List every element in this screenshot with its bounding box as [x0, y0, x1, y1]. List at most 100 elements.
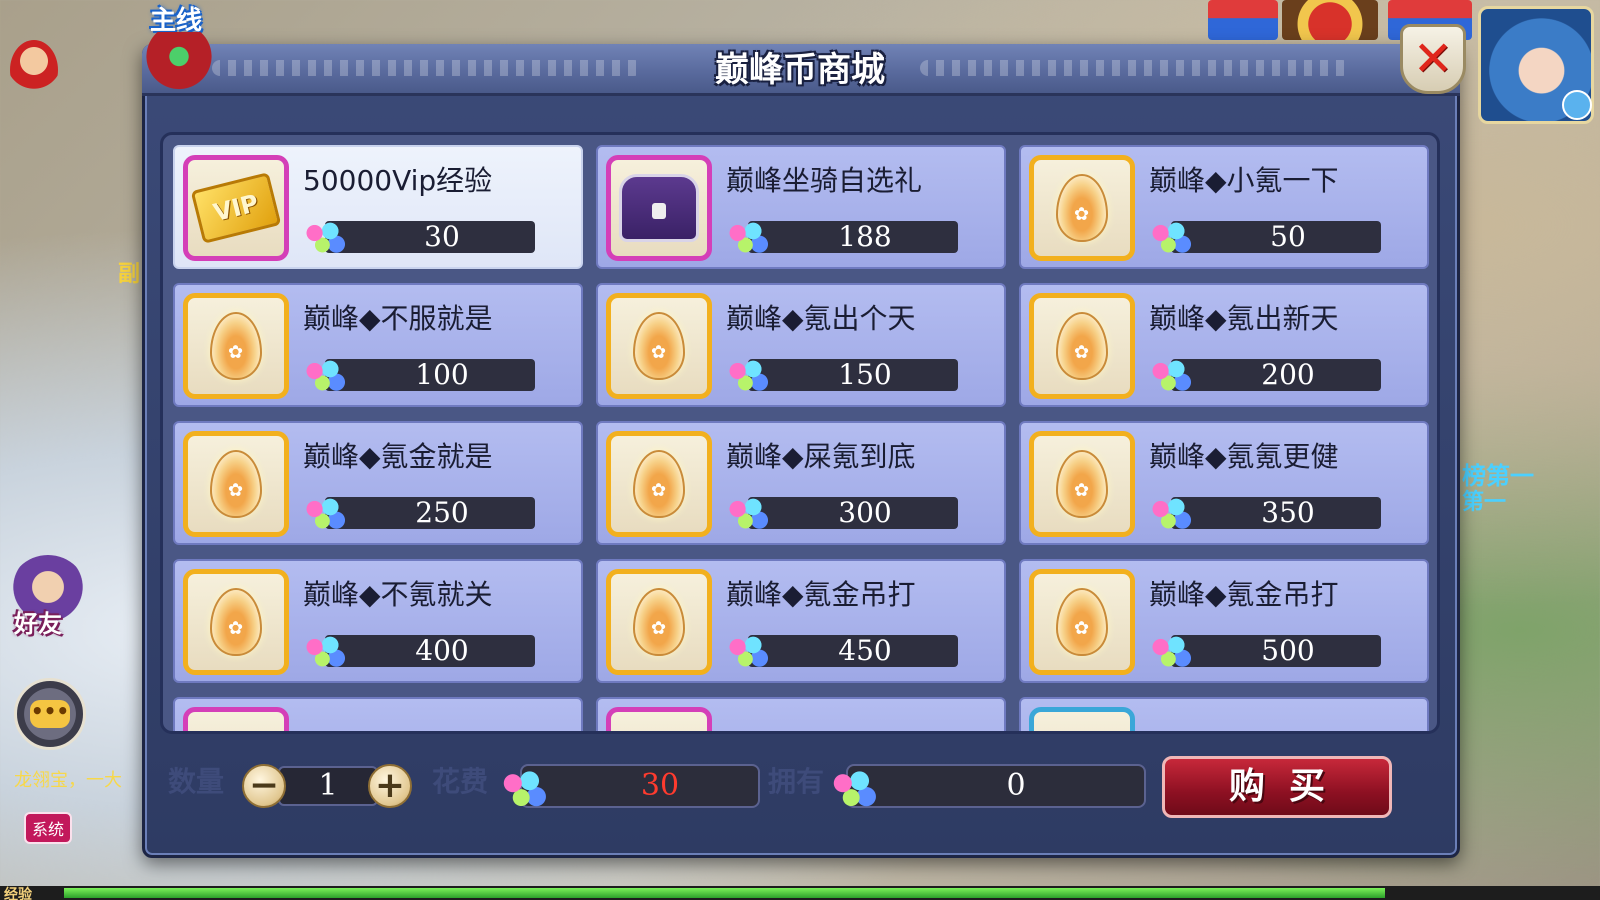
peak-coin-gem-icon: [1145, 493, 1197, 533]
item-price: 350: [1171, 497, 1381, 529]
system-channel-badge: 系统: [24, 812, 73, 844]
item-name: 巅峰坐骑自选礼: [726, 164, 923, 197]
chat-button[interactable]: •••: [14, 678, 86, 750]
egg-icon: [210, 450, 262, 518]
vip-card-icon: VIP: [190, 172, 282, 244]
shop-item-card-partial[interactable]: [596, 697, 1006, 731]
item-icon-frame: [606, 569, 712, 675]
shop-item-card[interactable]: 巅峰◆氪氪更健 350: [1019, 421, 1429, 545]
peak-coin-gem-icon: [722, 631, 774, 671]
npc-god-of-wealth-icon[interactable]: [10, 40, 58, 100]
egg-icon: [1056, 450, 1108, 518]
avatar-status-icon: [1562, 90, 1592, 120]
friend-label: 好友: [14, 610, 62, 638]
minus-icon: −: [248, 765, 280, 806]
shop-title: 巅峰币商城: [715, 50, 885, 90]
quantity-field[interactable]: 1: [278, 766, 378, 806]
item-icon-frame: [183, 707, 289, 731]
item-price: 200: [1171, 359, 1381, 391]
plus-icon: +: [374, 765, 406, 806]
item-price: 300: [748, 497, 958, 529]
shop-item-card[interactable]: 巅峰◆小氪一下 50: [1019, 145, 1429, 269]
peak-coin-gem-icon: [299, 493, 351, 533]
shop-item-card[interactable]: 巅峰◆不服就是 100: [173, 283, 583, 407]
item-icon-frame: [183, 431, 289, 537]
treasure-chest-icon: [619, 174, 699, 242]
egg-icon: [1056, 312, 1108, 380]
peak-coin-gem-icon: [722, 217, 774, 257]
peak-coin-gem-icon: [1145, 631, 1197, 671]
shop-item-list[interactable]: VIP 50000Vip经验 30 巅峰坐骑自选礼 188 巅峰◆小氪一下 50 巅峰◆不服就…: [160, 132, 1440, 734]
shop-item-card[interactable]: 巅峰◆氪出个天 150: [596, 283, 1006, 407]
egg-icon: [1056, 588, 1108, 656]
peak-coin-gem-icon: [299, 355, 351, 395]
item-icon-frame: [606, 293, 712, 399]
egg-icon: [210, 312, 262, 380]
total-cost-value: 30: [520, 764, 760, 808]
item-price: 30: [325, 221, 535, 253]
experience-bar-fill: [64, 888, 1385, 898]
item-name: 50000Vip经验: [303, 164, 493, 197]
shop-item-card-partial[interactable]: [1019, 697, 1429, 731]
buy-button[interactable]: 购买: [1162, 756, 1392, 818]
pagoda-ornament-icon: [142, 32, 216, 102]
item-icon-frame: [1029, 155, 1135, 261]
shop-item-card[interactable]: 巅峰◆屎氪到底 300: [596, 421, 1006, 545]
peak-coin-gem-icon: [826, 764, 882, 812]
item-price: 500: [1171, 635, 1381, 667]
shop-item-card[interactable]: 巅峰◆不氪就关 400: [173, 559, 583, 683]
peak-coin-gem-icon: [1145, 217, 1197, 257]
peak-coin-gem-icon: [1145, 355, 1197, 395]
item-name: 巅峰◆不氪就关: [303, 578, 493, 611]
item-name: 巅峰◆氪金就是: [303, 440, 493, 473]
experience-label: 经验: [4, 887, 32, 900]
quantity-decrease-button[interactable]: −: [242, 764, 286, 808]
item-price: 450: [748, 635, 958, 667]
close-button[interactable]: ✕: [1400, 24, 1466, 94]
item-name: 巅峰◆氪出个天: [726, 302, 916, 335]
shop-item-grid: VIP 50000Vip经验 30 巅峰坐骑自选礼 188 巅峰◆小氪一下 50 巅峰◆不服就…: [173, 145, 1429, 731]
item-name: 巅峰◆氪金吊打: [1149, 578, 1339, 611]
egg-icon: [633, 312, 685, 380]
shop-item-card[interactable]: VIP 50000Vip经验 30: [173, 145, 583, 269]
cost-label: 花费: [432, 765, 489, 798]
close-icon: ✕: [1412, 31, 1454, 87]
shop-item-card[interactable]: 巅峰◆氪金吊打 450: [596, 559, 1006, 683]
egg-icon: [210, 588, 262, 656]
item-price: 400: [325, 635, 535, 667]
item-icon-frame: [1029, 707, 1135, 731]
main-quest-tag[interactable]: 主线: [150, 0, 230, 36]
item-price: 150: [748, 359, 958, 391]
owned-label: 拥有: [768, 765, 825, 798]
player-hp-bar: [1208, 0, 1278, 40]
item-name: 巅峰◆小氪一下: [1149, 164, 1339, 197]
peak-coin-gem-icon: [722, 493, 774, 533]
shop-item-card[interactable]: 巅峰◆氪出新天 200: [1019, 283, 1429, 407]
side-dungeon-label[interactable]: 副: [118, 256, 140, 288]
shop-item-card-partial[interactable]: [173, 697, 583, 731]
peak-coin-gem-icon: [299, 217, 351, 257]
item-icon-frame: [1029, 569, 1135, 675]
egg-icon: [633, 450, 685, 518]
pet-portrait[interactable]: [1282, 0, 1378, 40]
peak-coin-gem-icon: [299, 631, 351, 671]
item-name: 巅峰◆氪氪更健: [1149, 440, 1339, 473]
egg-icon: [633, 588, 685, 656]
item-price: 100: [325, 359, 535, 391]
peak-coin-gem-icon: [722, 355, 774, 395]
shop-item-card[interactable]: 巅峰◆氪金就是 250: [173, 421, 583, 545]
item-icon-frame: [606, 431, 712, 537]
item-icon-frame: [1029, 431, 1135, 537]
item-icon-frame: [183, 293, 289, 399]
item-icon-frame: [1029, 293, 1135, 399]
item-icon-frame: [606, 707, 712, 731]
owned-currency-value: 0: [846, 764, 1146, 808]
system-chat-line: 龙翎宝，一大: [14, 770, 122, 791]
item-name: 巅峰◆不服就是: [303, 302, 493, 335]
egg-icon: [1056, 174, 1108, 242]
item-icon-frame: [606, 155, 712, 261]
item-name: 巅峰◆氪出新天: [1149, 302, 1339, 335]
quantity-increase-button[interactable]: +: [368, 764, 412, 808]
shop-item-card[interactable]: 巅峰◆氪金吊打 500: [1019, 559, 1429, 683]
shop-item-card[interactable]: 巅峰坐骑自选礼 188: [596, 145, 1006, 269]
